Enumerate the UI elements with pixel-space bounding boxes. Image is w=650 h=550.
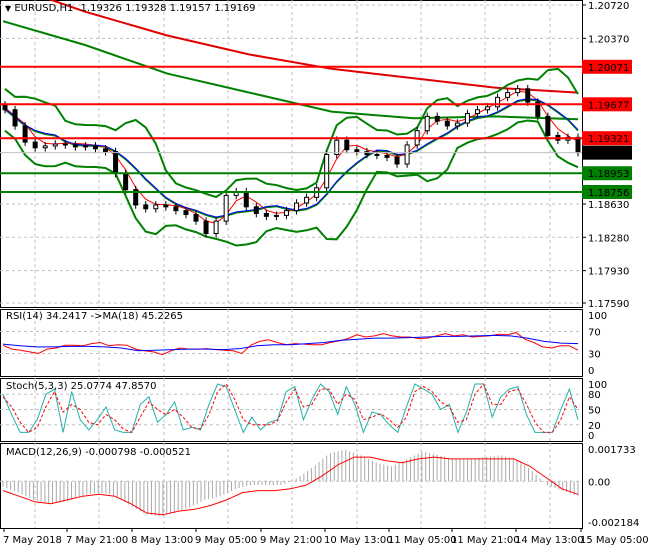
candle-body: [263, 213, 269, 217]
time-axis-label: 9 May 05:00: [195, 535, 257, 546]
rsi-title: RSI(14) 34.2417 ->MA(18) 45.2265: [6, 311, 183, 322]
candle-body: [163, 204, 169, 208]
candle-body: [173, 206, 179, 212]
candle-body: [294, 202, 300, 212]
candle-body: [153, 204, 159, 210]
candle-body: [575, 136, 581, 154]
macd-axis-label: 0.001733: [588, 445, 636, 456]
candle-body: [62, 143, 68, 146]
candle-body: [444, 120, 450, 127]
candle-body: [52, 143, 58, 147]
candle-body: [223, 194, 229, 222]
indicator-axis-label: 80: [588, 390, 601, 401]
indicator-axis-label: 100: [588, 311, 607, 322]
symbol-label: EURUSD,H1: [14, 3, 74, 14]
candle-body: [505, 92, 511, 98]
level-label: 1.18953: [588, 169, 629, 180]
candle-body: [103, 148, 109, 153]
low-price: 1.19157: [169, 3, 211, 14]
time-axis-label: 9 May 21:00: [260, 535, 322, 546]
candle-body: [283, 210, 289, 216]
candle-body: [515, 88, 521, 94]
indicator-axis-label: 30: [588, 350, 601, 361]
candle-body: [113, 151, 119, 175]
macd-axis-label: 0.00: [588, 477, 610, 488]
price-axis-label: 1.17930: [588, 267, 629, 278]
chart-canvas: 1.20720 1.20370 1.18630 1.18280 1.17930 1.175…: [0, 0, 649, 546]
candle-body: [344, 139, 350, 151]
indicator-axis-label: 0: [588, 431, 594, 442]
candle-body: [474, 109, 480, 115]
candle-body: [525, 88, 531, 103]
candle-body: [495, 96, 501, 108]
candle-body: [324, 153, 330, 189]
macd-axis-label: -0.002184: [588, 518, 639, 529]
candle-body: [203, 220, 209, 235]
time-axis-label: 15 May 05:00: [580, 535, 649, 546]
indicator-axis-label: 50: [588, 406, 601, 417]
candle-body: [123, 173, 129, 191]
candle-body: [32, 141, 38, 149]
level-label: 1.19321: [588, 134, 629, 145]
price-axis-label: 1.20370: [588, 34, 629, 45]
candle-body: [304, 196, 310, 204]
candle-body: [82, 145, 88, 148]
candle-body: [464, 113, 470, 124]
candle-body: [42, 145, 48, 149]
price-axis-label: 1.17590: [588, 299, 629, 310]
time-axis-label: 14 May 13:00: [515, 535, 584, 546]
candle-body: [434, 115, 440, 122]
indicator-axis-label: 0: [588, 366, 594, 377]
candle-body: [394, 156, 400, 165]
candle-body: [485, 106, 491, 111]
price-axis-label: 1.20720: [588, 1, 629, 12]
candle-body: [545, 115, 551, 136]
time-axis-label: 7 May 21:00: [66, 535, 128, 546]
time-axis-label: 11 May 21:00: [451, 535, 520, 546]
chart-header: ▼ EURUSD,H1 1.19326 1.19328 1.19157 1.19…: [5, 3, 256, 14]
candle-body: [183, 210, 189, 215]
level-label: 1.19677: [588, 100, 629, 111]
candle-body: [193, 213, 199, 222]
candle-body: [143, 204, 149, 210]
candle-body: [72, 144, 78, 148]
time-axis-label: 8 May 13:00: [131, 535, 193, 546]
candle-body: [273, 214, 279, 217]
candle-body: [12, 109, 18, 127]
candle-body: [243, 191, 249, 208]
candle-body: [384, 154, 390, 158]
level-label: 1.20071: [588, 63, 629, 74]
level-label: 1.18756: [588, 188, 629, 199]
price-axis-label: 1.18280: [588, 233, 629, 244]
macd-title: MACD(12,26,9) -0.000798 -0.000521: [6, 447, 191, 458]
price-axis-label: 1.18630: [588, 200, 629, 211]
macd-signal-line: [2, 456, 579, 516]
dropdown-triangle-icon[interactable]: ▼: [5, 4, 11, 13]
candle-body: [253, 206, 259, 215]
time-axis-label: 11 May 05:00: [388, 535, 457, 546]
candle-body: [454, 122, 460, 127]
candle-body: [2, 104, 8, 111]
open-price: 1.19326: [80, 3, 122, 14]
rsi-ma18: [2, 334, 579, 352]
close-price: 1.19169: [214, 3, 256, 14]
candle-body: [22, 125, 28, 143]
time-axis-label: 7 May 2018: [3, 535, 62, 546]
candle-body: [213, 220, 219, 235]
candle-body: [404, 144, 410, 165]
candle-body: [424, 115, 430, 132]
time-axis-label: 10 May 13:00: [324, 535, 393, 546]
stoch-title: Stoch(5,3,3) 25.0774 47.8570: [6, 381, 157, 392]
indicator-axis-label: 70: [588, 328, 601, 339]
candle-body: [92, 145, 98, 150]
high-price: 1.19328: [125, 3, 167, 14]
candle-body: [374, 153, 380, 156]
current-price-label: 1.19169: [588, 149, 629, 160]
candle-body: [354, 149, 360, 153]
